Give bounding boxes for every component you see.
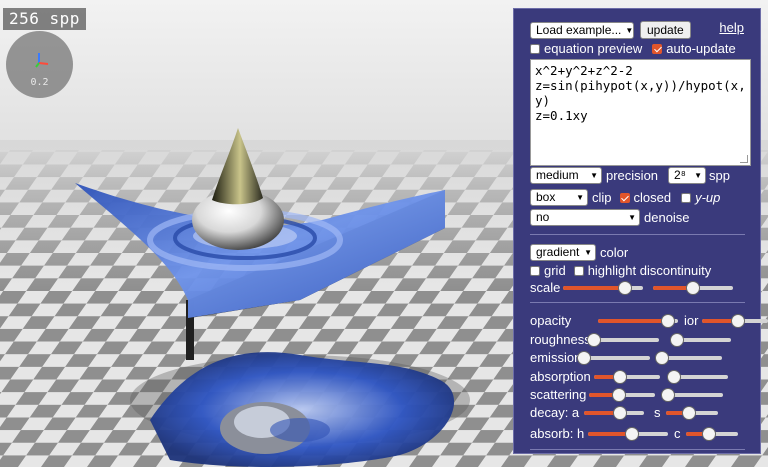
slider-track (662, 355, 722, 360)
scattering-secondary-slider[interactable] (660, 387, 723, 402)
highlight-discontinuity-checkbox[interactable] (573, 265, 584, 276)
divider (530, 302, 745, 303)
precision-select[interactable]: medium ▼ (530, 167, 602, 184)
emission-secondary-slider[interactable] (655, 350, 722, 365)
denoise-label: denoise (644, 210, 690, 225)
precision-value: medium (536, 168, 579, 182)
slider-thumb[interactable] (577, 350, 591, 365)
divider (530, 449, 745, 450)
slider-track (591, 337, 659, 342)
denoise-value: no (536, 210, 550, 224)
clip-label: clip (592, 190, 612, 205)
equation-preview-checkbox[interactable] (530, 43, 540, 54)
axis-scale-label: 0.2 (30, 77, 49, 88)
slider-fill (598, 318, 669, 323)
divider (530, 234, 745, 235)
ior-label: ior (684, 313, 699, 328)
ior-slider[interactable] (702, 313, 768, 328)
slider-thumb[interactable] (686, 280, 700, 295)
slider-thumb[interactable] (702, 426, 717, 441)
scale-slider[interactable] (563, 280, 643, 295)
slider-thumb[interactable] (618, 280, 633, 295)
auto-update-checkbox[interactable] (652, 43, 663, 54)
chevron-down-icon: ▼ (625, 25, 634, 35)
color-select[interactable]: gradient ▼ (530, 244, 596, 261)
resize-grip-icon[interactable] (740, 155, 748, 163)
y-up-checkbox[interactable] (681, 192, 692, 203)
spp-value: 2⁸ (674, 168, 686, 182)
absorb-c-slider[interactable] (686, 426, 738, 441)
slider-thumb[interactable] (587, 332, 602, 347)
slider-track (584, 355, 650, 360)
slider-thumb[interactable] (661, 313, 676, 328)
scattering-label: scattering (530, 387, 587, 402)
chevron-down-icon: ▼ (694, 171, 703, 180)
help-link[interactable]: help (719, 20, 744, 35)
slider-thumb[interactable] (655, 350, 669, 365)
spp-select[interactable]: 2⁸ ▼ (668, 167, 707, 184)
decay-a-label: decay: a (530, 405, 580, 420)
slider-thumb[interactable] (667, 369, 681, 384)
color-value: gradient (536, 245, 580, 259)
clip-select[interactable]: box ▼ (530, 189, 588, 206)
scattering-slider[interactable] (589, 387, 655, 402)
roughness-label: roughness (530, 332, 591, 347)
equation-line: x^2+y^2+z^2-2 (535, 63, 633, 78)
absorption-label: absorption (530, 369, 591, 384)
color-label: color (600, 245, 629, 260)
grid-label: grid (544, 263, 566, 278)
slider-thumb[interactable] (670, 332, 684, 347)
slider-thumb[interactable] (682, 405, 697, 420)
chevron-down-icon: ▼ (576, 193, 584, 202)
auto-update-label: auto-update (666, 41, 736, 56)
slider-thumb[interactable] (611, 387, 626, 402)
emission-slider[interactable] (577, 350, 650, 365)
absorb-h-label: absorb: h (530, 426, 585, 441)
slider-thumb[interactable] (660, 387, 675, 402)
clip-value: box (536, 190, 556, 204)
opacity-slider[interactable] (598, 313, 678, 328)
load-example-value: Load example... (536, 22, 622, 37)
axis-gizmo[interactable]: 0.2 (6, 31, 73, 98)
update-button[interactable]: update (640, 21, 691, 39)
load-example-select[interactable]: Load example... ▼ (530, 21, 634, 39)
chevron-down-icon: ▼ (584, 248, 592, 257)
slider-thumb[interactable] (613, 369, 628, 384)
emission-label: emission (530, 350, 582, 365)
absorption-slider[interactable] (594, 369, 660, 384)
slider-thumb[interactable] (625, 426, 639, 441)
equation-line: z=sin(pihypot(x,y))/hypot(x, (535, 78, 746, 93)
spp-label: spp (709, 168, 730, 183)
roughness-secondary-slider[interactable] (670, 332, 731, 347)
absorption-secondary-slider[interactable] (667, 369, 728, 384)
precision-label: precision (606, 168, 659, 183)
equation-preview-label: equation preview (544, 41, 643, 56)
absorb-c-label: c (674, 426, 681, 441)
slider-thumb[interactable] (613, 405, 627, 420)
equation-line: y) (535, 93, 551, 108)
spp-counter: 256 spp (3, 8, 86, 30)
slider-fill (563, 285, 626, 290)
grid-checkbox[interactable] (530, 265, 540, 276)
denoise-select[interactable]: no ▼ (530, 209, 640, 226)
closed-checkbox[interactable] (619, 192, 630, 203)
chevron-down-icon: ▼ (590, 171, 598, 180)
chevron-down-icon: ▼ (628, 213, 636, 222)
opacity-label: opacity (530, 313, 572, 328)
absorb-h-slider[interactable] (588, 426, 668, 441)
control-panel: Load example... ▼ update help equation p… (513, 8, 768, 454)
scale-secondary-slider[interactable] (653, 280, 733, 295)
scale-label: scale (530, 280, 561, 295)
decay-a-slider[interactable] (584, 405, 644, 420)
y-up-label: y-up (695, 190, 721, 205)
slider-thumb[interactable] (731, 313, 746, 328)
closed-label: closed (633, 190, 672, 205)
roughness-slider[interactable] (587, 332, 659, 347)
decay-s-slider[interactable] (666, 405, 718, 420)
equation-line: z=0.1xy (535, 108, 588, 123)
highlight-discontinuity-label: highlight discontinuity (587, 263, 712, 278)
decay-s-label: s (654, 405, 661, 420)
equation-editor[interactable]: x^2+y^2+z^2-2 z=sin(pihypot(x,y))/hypot(… (530, 59, 751, 166)
